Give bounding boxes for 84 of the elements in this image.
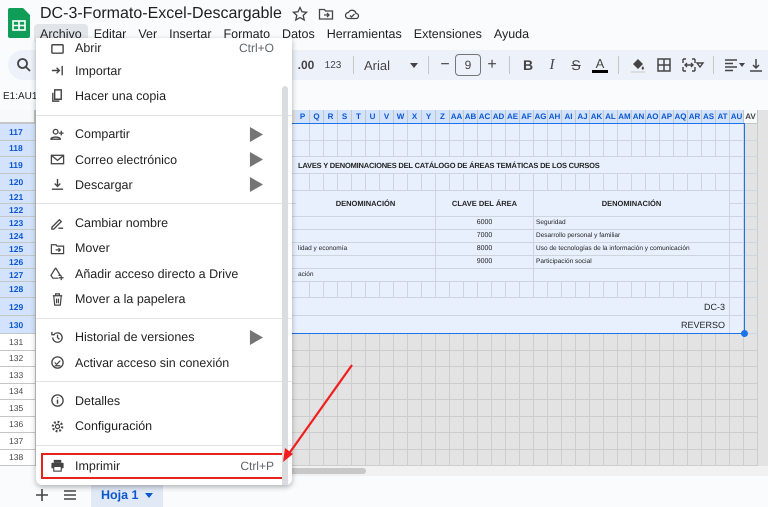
menu-item[interactable]: Imprimir Ctrl+P xyxy=(40,452,288,480)
decrease-size-button[interactable]: − xyxy=(435,56,455,74)
menu-item[interactable]: Historial de versiones xyxy=(36,324,292,350)
row-number[interactable]: 127 xyxy=(0,268,36,282)
row-number[interactable]: 120 xyxy=(0,174,36,190)
column-header[interactable]: Q xyxy=(310,110,324,124)
font-dropdown[interactable]: Arial xyxy=(360,58,422,72)
column-header[interactable]: AM xyxy=(618,110,632,124)
row-number[interactable]: 121 xyxy=(0,190,36,204)
row-number[interactable]: 129 xyxy=(0,298,36,316)
row-number[interactable]: 126 xyxy=(0,256,36,268)
increase-size-button[interactable]: + xyxy=(481,56,503,74)
row-number[interactable]: 131 xyxy=(0,334,36,350)
menu-item[interactable]: Descargar xyxy=(36,172,292,198)
menu-item[interactable]: Configuración xyxy=(36,414,292,439)
column-header[interactable]: P xyxy=(296,110,310,124)
column-header[interactable]: S xyxy=(338,110,352,124)
row-number[interactable]: 137 xyxy=(0,433,36,450)
column-header[interactable]: X xyxy=(408,110,422,124)
column-header[interactable]: V xyxy=(380,110,394,124)
menu-item[interactable]: Cambiar nombre xyxy=(36,210,292,236)
column-header[interactable]: AD xyxy=(492,110,506,124)
column-header[interactable]: AB xyxy=(464,110,478,124)
column-header[interactable]: AR xyxy=(688,110,702,124)
menu-item[interactable]: Activar acceso sin conexión xyxy=(36,350,292,376)
column-header[interactable]: W xyxy=(394,110,408,124)
row-number[interactable]: 122 xyxy=(0,204,36,216)
row-number[interactable]: 125 xyxy=(0,242,36,256)
column-header[interactable]: R xyxy=(324,110,338,124)
menu-item[interactable]: Mover xyxy=(36,236,292,262)
column-header[interactable]: AO xyxy=(646,110,660,124)
menu-item[interactable]: Hacer una copia xyxy=(36,83,292,109)
column-header[interactable]: AJ xyxy=(576,110,590,124)
row-number[interactable]: 128 xyxy=(0,282,36,298)
menu-item[interactable]: Herramientas xyxy=(320,24,408,44)
column-header[interactable]: AA xyxy=(450,110,464,124)
row-number[interactable]: 134 xyxy=(0,384,36,400)
row-number[interactable]: 132 xyxy=(0,350,36,367)
menu-item[interactable]: Ayuda xyxy=(488,24,536,44)
row-number[interactable]: 118 xyxy=(0,140,36,157)
row-number[interactable]: 138 xyxy=(0,450,36,466)
column-header[interactable]: AK xyxy=(590,110,604,124)
column-header[interactable]: AS xyxy=(702,110,716,124)
name-box[interactable]: E1:AU1 xyxy=(3,91,38,102)
column-header[interactable]: AH xyxy=(548,110,562,124)
menu-item[interactable]: Añadir acceso directo a Drive xyxy=(36,261,292,286)
column-header[interactable]: U xyxy=(366,110,380,124)
column-header[interactable]: Y xyxy=(422,110,436,124)
number-format-button[interactable]: 123 xyxy=(319,60,347,70)
text-color-button[interactable]: A xyxy=(588,58,612,72)
column-header[interactable]: AE xyxy=(506,110,520,124)
menu-item[interactable]: Detalles xyxy=(36,388,292,414)
strikethrough-button[interactable]: S xyxy=(564,57,588,73)
row-number[interactable]: 117 xyxy=(0,124,36,140)
menu-item[interactable]: Mover a la papelera xyxy=(36,286,292,312)
row-number[interactable]: 123 xyxy=(0,216,36,230)
menu-item[interactable]: Correo electrónico xyxy=(36,146,292,172)
column-header[interactable]: AN xyxy=(632,110,646,124)
column-header[interactable]: AU xyxy=(730,110,744,124)
font-size-field[interactable]: 9 xyxy=(455,54,481,76)
decimal-button[interactable]: .00 xyxy=(293,58,319,72)
column-header[interactable]: AQ xyxy=(674,110,688,124)
document-title[interactable]: DC-3-Formato-Excel-Descargable xyxy=(40,5,282,23)
row-number[interactable]: 130 xyxy=(0,316,36,334)
column-header[interactable]: AL xyxy=(604,110,618,124)
column-header[interactable]: T xyxy=(352,110,366,124)
row-number[interactable]: 119 xyxy=(0,157,36,174)
bold-button[interactable]: B xyxy=(516,57,540,73)
row-number[interactable]: 136 xyxy=(0,416,36,433)
row-number[interactable]: 133 xyxy=(0,367,36,384)
menu-item[interactable]: Compartir xyxy=(36,122,292,147)
column-header[interactable]: AF xyxy=(520,110,534,124)
column-header[interactable]: AT xyxy=(716,110,730,124)
column-header[interactable]: AI xyxy=(562,110,576,124)
row-number[interactable]: 135 xyxy=(0,400,36,416)
column-header[interactable]: AP xyxy=(660,110,674,124)
column-header[interactable]: Z xyxy=(436,110,450,124)
menu-item[interactable]: Importar xyxy=(36,58,292,84)
column-header[interactable]: AC xyxy=(478,110,492,124)
row-number[interactable]: 124 xyxy=(0,230,36,242)
column-header[interactable]: AG xyxy=(534,110,548,124)
italic-button[interactable]: I xyxy=(540,56,564,74)
menu-item[interactable]: Extensiones xyxy=(408,24,488,44)
column-header[interactable]: AV xyxy=(744,110,758,124)
